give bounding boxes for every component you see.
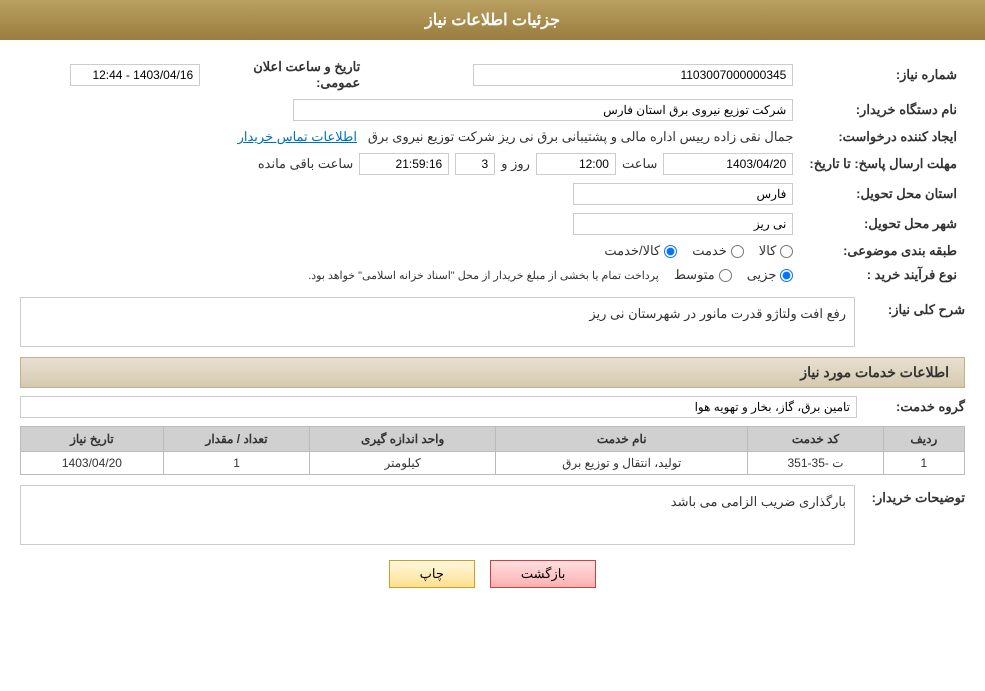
kala-label: کالا: [759, 243, 777, 259]
motevaset-label: متوسط: [674, 267, 715, 283]
baghimande-label: ساعت باقی مانده: [258, 156, 353, 172]
shahr-input[interactable]: [573, 213, 793, 235]
cell-kod: ت -35-351: [748, 452, 883, 475]
saat-label: ساعت: [622, 156, 657, 172]
radio-jezvi[interactable]: جزیی: [747, 267, 794, 283]
nam-dastgah-input[interactable]: [293, 99, 793, 121]
shomare-niaz-label: شماره نیاز:: [801, 55, 965, 95]
ostan-input[interactable]: [573, 183, 793, 205]
jezvi-label: جزیی: [747, 267, 777, 283]
farayand-desc: پرداخت تمام یا بخشی از مبلغ خریدار از مح…: [308, 269, 659, 282]
page-header: جزئیات اطلاعات نیاز: [0, 0, 985, 40]
ijad-konande-text: جمال نقی زاده رییس اداره مالی و پشتیبانی…: [368, 129, 794, 144]
sharh-label: شرح کلی نیاز:: [865, 297, 965, 318]
grohe-khadamat-label: گروه خدمت:: [865, 399, 965, 415]
table-row: 1 ت -35-351 تولید، انتقال و توزیع برق کی…: [21, 452, 965, 475]
tozihat-label: توضیحات خریدار:: [865, 485, 965, 506]
cell-vahed: کیلومتر: [310, 452, 496, 475]
tozihat-box: بارگذاری ضریب الزامی می باشد: [20, 485, 855, 545]
radio-motevaset[interactable]: متوسط: [674, 267, 732, 283]
ijad-konande-label: ایجاد کننده درخواست:: [801, 125, 965, 149]
grohe-khadamat-row: گروه خدمت:: [20, 396, 965, 418]
tarikh-input[interactable]: [70, 64, 200, 86]
col-tarikh: تاریخ نیاز: [21, 427, 164, 452]
page-title: جزئیات اطلاعات نیاز: [425, 12, 560, 29]
col-nam: نام خدمت: [496, 427, 748, 452]
col-tedad: تعداد / مقدار: [163, 427, 309, 452]
cell-tedad: 1: [163, 452, 309, 475]
print-button[interactable]: چاپ: [389, 560, 475, 588]
kala-khadamat-label: کالا/خدمت: [604, 243, 660, 259]
saat-input[interactable]: [536, 153, 616, 175]
cell-radif: 1: [883, 452, 964, 475]
sharh-value: رفع افت ولتاژو قدرت مانور در شهرستان نی …: [589, 306, 846, 321]
back-button[interactable]: بازگشت: [490, 560, 596, 588]
cell-tarikh: 1403/04/20: [21, 452, 164, 475]
nam-dastgah-label: نام دستگاه خریدار:: [801, 95, 965, 125]
mohlat-label: مهلت ارسال پاسخ: تا تاریخ:: [801, 149, 965, 179]
rooz-input[interactable]: [455, 153, 495, 175]
khadamat-section-header: اطلاعات خدمات مورد نیاز: [20, 357, 965, 388]
col-radif: ردیف: [883, 427, 964, 452]
col-vahed: واحد اندازه گیری: [310, 427, 496, 452]
shomare-niaz-input[interactable]: [473, 64, 793, 86]
radio-kala-khadamat[interactable]: کالا/خدمت: [604, 243, 677, 259]
radio-kala[interactable]: کالا: [759, 243, 794, 259]
ettelaat-tamas-link[interactable]: اطلاعات تماس خریدار: [238, 129, 357, 144]
rooz-label: روز و: [501, 156, 530, 172]
tabaqebandi-label: طبقه بندی موضوعی:: [801, 239, 965, 263]
ostan-label: استان محل تحویل:: [801, 179, 965, 209]
baghimande-input[interactable]: [359, 153, 449, 175]
tozihat-value: بارگذاری ضریب الزامی می باشد: [671, 494, 846, 509]
sharh-box: رفع افت ولتاژو قدرت مانور در شهرستان نی …: [20, 297, 855, 347]
noe-farayand-label: نوع فرآیند خرید :: [801, 263, 965, 287]
mohlat-date-input[interactable]: [663, 153, 793, 175]
footer-buttons: بازگشت چاپ: [20, 560, 965, 608]
tarikh-label: تاریخ و ساعت اعلان عمومی:: [208, 55, 368, 95]
khadamat-label: خدمت: [692, 243, 727, 259]
radio-khadamat[interactable]: خدمت: [692, 243, 744, 259]
shahr-label: شهر محل تحویل:: [801, 209, 965, 239]
services-table: ردیف کد خدمت نام خدمت واحد اندازه گیری ت…: [20, 426, 965, 475]
col-kod: کد خدمت: [748, 427, 883, 452]
main-info-table: شماره نیاز: تاریخ و ساعت اعلان عمومی: نا…: [20, 55, 965, 287]
grohe-khadamat-input[interactable]: [20, 396, 857, 418]
cell-nam: تولید، انتقال و توزیع برق: [496, 452, 748, 475]
